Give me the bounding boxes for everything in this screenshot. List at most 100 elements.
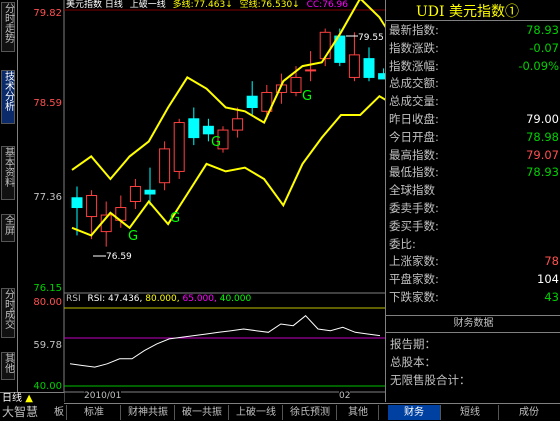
rsi-value: 47.436, — [108, 294, 143, 304]
quote-row-label: 指数涨跌: — [389, 40, 439, 55]
quote-row-label: 最低指数: — [389, 165, 439, 180]
low-annotation: 76.59 — [106, 252, 132, 262]
quote-row: 下跌家数: 43 — [389, 289, 559, 306]
quote-row: 总成交额: — [389, 75, 559, 92]
date-label-left: 2010/01 — [84, 391, 122, 401]
candle-body[interactable] — [173, 122, 185, 172]
quote-row-value: 78 — [544, 254, 559, 269]
quote-row-label: 委比: — [389, 236, 416, 251]
rsi-line — [69, 315, 381, 368]
quote-row: 全球指数 — [389, 182, 559, 199]
quote-row-value: -0.07 — [529, 40, 559, 55]
up-line-label: 多线: — [172, 0, 194, 10]
candle-body[interactable] — [129, 185, 141, 203]
tab-standard[interactable]: 标准 — [68, 405, 121, 420]
signal-g-icon: G — [128, 229, 138, 244]
tab-shortline[interactable]: 短线 — [442, 405, 499, 420]
candle-body[interactable] — [86, 194, 98, 218]
quote-row: 委买手数: — [389, 218, 559, 235]
quote-row-label: 平盘家数: — [389, 272, 439, 287]
finance-section-header: 财务数据 — [386, 315, 560, 333]
candle-body[interactable] — [348, 54, 360, 78]
quote-row-label: 委买手数: — [389, 218, 439, 233]
rsi-level-65: 65.000, — [182, 294, 217, 304]
tab-shangpo[interactable]: 上破一线 — [230, 405, 283, 420]
quote-row-label: 最高指数: — [389, 147, 439, 162]
float-shares-label: 无限售股合计： — [390, 373, 471, 387]
chart-tool: 上破一线 — [129, 0, 166, 10]
finance-rows: 报告期： 总股本： 无限售股合计： — [390, 335, 471, 389]
down-line-value: 76.530↓ — [260, 0, 300, 10]
signal-g-icon: G — [170, 211, 180, 226]
quote-row: 最低指数: 78.93 — [389, 164, 559, 181]
signal-g-icon: G — [211, 135, 221, 150]
tab-board[interactable]: 板 — [52, 405, 67, 420]
quote-panel: UDI 美元指数① 最新指数: 78.93 指数涨跌: -0.07 指数涨幅: -0.09… — [385, 0, 560, 402]
report-period-label: 报告期： — [390, 337, 436, 351]
candle-body[interactable] — [246, 95, 258, 109]
rsi-level-80: 80.000, — [145, 294, 180, 304]
tab-poyi[interactable]: 破一共振 — [176, 405, 229, 420]
quote-row: 指数涨跌: -0.07 — [389, 40, 559, 57]
quote-row-value: -0.09% — [518, 58, 559, 73]
candle-body[interactable] — [305, 69, 317, 72]
quote-title-bar: UDI 美元指数① — [386, 0, 560, 21]
chart-period: 日线 — [104, 0, 123, 10]
bottom-tab-bar: 大智慧 板 标准 财神共振 破一共振 上破一线 徐氏预测 其他 财务 短线 成份 — [0, 403, 560, 421]
total-shares-label: 总股本： — [390, 355, 436, 369]
quote-row-value: 104 — [537, 272, 559, 287]
rsi-header: RSI RSI: 47.436, 80.000, 65.000, 40.000 — [66, 294, 385, 305]
quote-row-label: 昨日收盘: — [389, 112, 439, 126]
candles-group — [71, 28, 385, 247]
candle-body[interactable] — [202, 125, 214, 135]
tab-xushi[interactable]: 徐氏预测 — [284, 405, 337, 420]
tab-other-formula[interactable]: 其他 — [338, 405, 379, 420]
period-label: 日线 — [2, 393, 22, 404]
kline-chart[interactable]: G G G G 79.55 76.59 — [0, 0, 385, 402]
candle-body[interactable] — [144, 189, 156, 195]
candle-body[interactable] — [232, 118, 244, 131]
quote-row: 昨日收盘: 79.00 — [389, 111, 559, 128]
date-label-right: 02 — [339, 391, 351, 401]
quote-row-value: 78.98 — [526, 129, 559, 144]
quote-row: 上涨家数: 78 — [389, 253, 559, 270]
period-arrow-icon: ▲ — [25, 393, 33, 404]
brand-logo: 大智慧 — [2, 405, 39, 419]
rsi-level-40: 40.000 — [219, 294, 252, 304]
quote-row: 委比: — [389, 236, 559, 253]
quote-row: 指数涨幅: -0.09% — [389, 58, 559, 75]
rsi-title: RSI — [66, 294, 81, 304]
quote-row-label: 下跌家数: — [389, 290, 439, 304]
period-selector[interactable]: 日线 ▲ — [0, 392, 64, 404]
cc-label: CC: — [306, 0, 323, 10]
chart-title: 美元指数 — [66, 0, 103, 10]
quote-row: 最新指数: 78.93 — [389, 22, 559, 39]
quote-row-value: 79.00 — [526, 112, 559, 126]
quote-row: 最高指数: 79.07 — [389, 147, 559, 164]
chart-header: 美元指数 日线 上破一线 多线:77.463↓ 空线:76.530↓ CC:76… — [66, 0, 385, 11]
tab-finance[interactable]: 财务 — [388, 405, 441, 420]
signal-g-icon: G — [302, 89, 312, 104]
candle-body[interactable] — [188, 118, 200, 139]
up-line-value: 77.463↓ — [193, 0, 233, 10]
candle-body[interactable] — [319, 31, 331, 60]
candle-body[interactable] — [71, 197, 83, 209]
tab-caishen[interactable]: 财神共振 — [122, 405, 175, 420]
quote-row-label: 委卖手数: — [389, 201, 439, 215]
quote-row-value: 78.93 — [526, 165, 559, 180]
quote-row: 平盘家数: 104 — [389, 271, 559, 288]
down-line-label: 空线: — [239, 0, 261, 10]
quote-row-label: 总成交额: — [389, 76, 439, 91]
rsi-label: RSI: — [87, 294, 106, 304]
quote-row-label: 最新指数: — [389, 23, 439, 37]
candle-body[interactable] — [159, 148, 171, 184]
quote-row: 委卖手数: — [389, 200, 559, 217]
tab-components[interactable]: 成份 — [500, 405, 558, 420]
quote-row-label: 总成交量: — [389, 94, 439, 109]
quote-row-value: 79.07 — [526, 147, 559, 162]
candle-body[interactable] — [290, 76, 302, 93]
candle-body[interactable] — [363, 58, 375, 78]
quote-row-value: 78.93 — [526, 23, 559, 37]
quote-title: UDI 美元指数① — [416, 4, 520, 20]
quote-row: 总成交量: — [389, 93, 559, 110]
